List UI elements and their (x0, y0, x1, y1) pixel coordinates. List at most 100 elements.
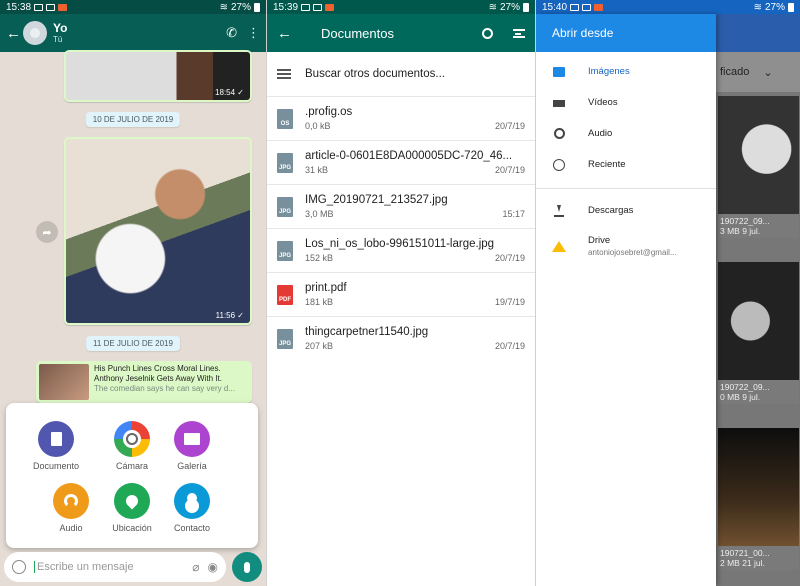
gallery-icon (174, 421, 210, 457)
drawer-item-label: Imágenes (588, 66, 630, 77)
attach-label: Contacto (173, 523, 211, 533)
battery-level: 27% (764, 1, 785, 13)
file-row[interactable]: OS .profig.os 0,0 kB 20/7/19 (267, 96, 535, 140)
search-icon[interactable] (482, 27, 493, 39)
documents-toolbar: ← Documentos (267, 14, 535, 52)
file-date: 20/7/19 (494, 253, 525, 263)
drawer-item-drive[interactable]: Drive antoniojosebret@gmail... (536, 226, 716, 266)
attach-document[interactable]: Documento (21, 421, 91, 471)
file-size: 207 kB (305, 341, 334, 351)
thumb-size: 0 MB 9 jul. (720, 392, 761, 402)
attach-label: Audio (59, 523, 83, 533)
wifi-icon: ≋ (488, 1, 497, 13)
camera-icon[interactable]: ◉ (208, 560, 218, 574)
chevron-down-icon: ⌄ (763, 66, 773, 79)
attach-label: Documento (32, 461, 80, 471)
wifi-icon: ≋ (219, 1, 228, 13)
image-message[interactable]: 11:56 ✓ (64, 137, 252, 325)
file-date: 19/7/19 (494, 297, 525, 307)
file-date: 20/7/19 (494, 121, 525, 131)
image-icon (552, 66, 566, 78)
audio-icon (552, 128, 566, 140)
forward-icon[interactable]: ➦ (36, 221, 58, 243)
file-date: 15:17 (502, 209, 525, 219)
screen-notification-icon (582, 3, 592, 11)
whatsapp-panel: 15:38 ≋ 27% ← Yo Tú ✆ ⋮ 18:54 ✓ 10 DE JU… (0, 0, 266, 586)
navigation-drawer: Abrir desde Imágenes Vídeos Audio Recien… (536, 14, 716, 586)
battery-icon (788, 2, 794, 12)
contact-info[interactable]: Yo Tú (53, 22, 216, 45)
file-type-icon: JPG (277, 328, 293, 349)
file-row[interactable]: JPG article-0-0601E8DA000005DC-720_46...… (267, 140, 535, 184)
emoji-icon[interactable] (12, 560, 26, 574)
screen-notification-icon (313, 3, 323, 11)
chat-area[interactable]: 18:54 ✓ 10 DE JULIO DE 2019 ➦ 11:56 ✓ 11… (0, 50, 266, 586)
battery-level: 27% (230, 1, 251, 13)
date-divider: 11 DE JULIO DE 2019 (86, 336, 180, 351)
gallery-notification-icon (34, 3, 44, 11)
photo-thumbnail: 18:54 ✓ (66, 52, 250, 100)
back-arrow-icon[interactable]: ← (6, 25, 21, 42)
drawer-item-recent[interactable]: Reciente (536, 149, 716, 180)
message-input[interactable] (34, 561, 185, 573)
battery-icon (523, 2, 529, 12)
status-time: 15:38 (6, 1, 32, 13)
list-icon (277, 69, 291, 79)
file-type-icon: PDF (277, 284, 293, 305)
file-date: 20/7/19 (494, 341, 525, 351)
page-title: Documentos (321, 25, 394, 41)
drawer-item-label: Vídeos (588, 97, 618, 108)
file-row[interactable]: JPG Los_ni_os_lobo-996151011-large.jpg 1… (267, 228, 535, 272)
wifi-icon: ≋ (753, 1, 762, 13)
back-arrow-icon[interactable]: ← (277, 25, 307, 42)
drawer-item-label: Reciente (588, 159, 626, 170)
document-icon (38, 421, 74, 457)
attach-label: Galería (177, 461, 207, 471)
gallery-notification-icon (301, 3, 311, 11)
contact-subtitle: Tú (53, 35, 63, 44)
avatar[interactable] (23, 21, 47, 45)
drawer-item-label: Descargas (588, 205, 634, 216)
drawer-divider (536, 188, 716, 189)
attach-gallery[interactable]: Galería (157, 421, 227, 471)
message-time: 18:54 ✓ (215, 88, 244, 97)
message-time: 11:56 ✓ (215, 311, 244, 320)
sort-icon[interactable] (513, 28, 525, 38)
drawer-item-videos[interactable]: Vídeos (536, 87, 716, 118)
image-message[interactable]: 18:54 ✓ (64, 50, 252, 102)
file-row[interactable]: PDF print.pdf 181 kB 19/7/19 (267, 272, 535, 316)
background-toolbar (716, 14, 800, 52)
clock-icon (552, 158, 566, 171)
attach-contact[interactable]: Contacto (157, 483, 227, 533)
link-description: The comedian says he can say very d... (94, 384, 235, 393)
browse-other-documents[interactable]: Buscar otros documentos... (267, 52, 535, 96)
attach-audio[interactable]: Audio (36, 483, 106, 533)
file-date: 20/7/19 (494, 165, 525, 175)
add-call-icon[interactable]: ✆ (226, 25, 237, 41)
drawer-item-audio[interactable]: Audio (536, 118, 716, 149)
file-row[interactable]: JPG IMG_20190721_213527.jpg 3,0 MB 15:17 (267, 184, 535, 228)
app-notification-icon (594, 3, 604, 11)
link-preview-message[interactable]: His Punch Lines Cross Moral Lines. Antho… (36, 361, 252, 403)
attachment-sheet: Documento Cámara Galería Audio Ubicación (6, 403, 258, 548)
headphones-icon (53, 483, 89, 519)
drawer-item-downloads[interactable]: Descargas (536, 195, 716, 226)
screenshot-root: 15:38 ≋ 27% ← Yo Tú ✆ ⋮ 18:54 ✓ 10 DE JU… (0, 0, 800, 586)
file-row[interactable]: JPG thingcarpetner11540.jpg 207 kB 20/7/1… (267, 316, 535, 360)
file-name: thingcarpetner11540.jpg (305, 326, 429, 338)
mic-icon (244, 561, 250, 573)
battery-level: 27% (499, 1, 520, 13)
paperclip-icon[interactable]: ⌀ (192, 560, 199, 574)
video-icon (552, 97, 566, 109)
file-name: print.pdf (305, 282, 347, 294)
status-time: 15:40 (542, 1, 568, 13)
link-title: His Punch Lines Cross Moral Lines. Antho… (94, 364, 222, 383)
browse-label: Buscar otros documentos... (305, 68, 445, 80)
more-options-icon[interactable]: ⋮ (247, 25, 260, 41)
drawer-item-images[interactable]: Imágenes (536, 56, 716, 87)
mic-button[interactable] (232, 552, 262, 582)
gallery-notification-icon (570, 3, 580, 11)
battery-icon (254, 2, 260, 12)
screen-notification-icon (46, 3, 56, 11)
status-bar: 15:38 ≋ 27% (0, 0, 266, 14)
